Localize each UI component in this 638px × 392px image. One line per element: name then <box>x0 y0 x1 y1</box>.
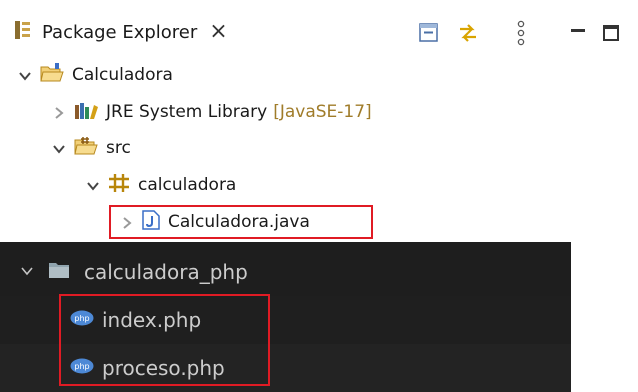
package-explorer-tab[interactable]: Package Explorer × <box>14 12 228 52</box>
tree-item-src[interactable]: src <box>52 131 131 165</box>
src-label: src <box>106 138 131 158</box>
chevron-right-icon[interactable] <box>52 105 66 119</box>
eclipse-package-explorer: Package Explorer × Calculadora JRE Syste… <box>0 0 638 242</box>
view-title: Package Explorer <box>42 21 198 43</box>
maximize-icon[interactable] <box>598 20 624 46</box>
tree-item-project[interactable]: Calculadora <box>18 58 173 92</box>
chevron-down-icon[interactable] <box>20 263 34 282</box>
package-explorer-icon <box>14 20 32 44</box>
minimize-icon[interactable] <box>565 20 591 46</box>
view-tab-bar: Package Explorer × <box>0 0 638 56</box>
collapse-all-icon[interactable] <box>416 20 442 46</box>
chevron-down-icon[interactable] <box>18 68 32 82</box>
close-icon[interactable]: × <box>209 21 227 43</box>
jre-label: JRE System Library <box>106 102 268 122</box>
tree-item-package[interactable]: calculadora <box>86 168 236 202</box>
package-icon <box>108 173 130 197</box>
project-label: Calculadora <box>72 65 173 85</box>
chevron-down-icon[interactable] <box>52 141 66 155</box>
tree-item-jre[interactable]: JRE System Library [JavaSE-17] <box>52 95 372 129</box>
view-menu-icon[interactable] <box>508 20 534 46</box>
library-icon <box>74 101 98 123</box>
project-folder-icon <box>40 63 64 87</box>
package-label: calculadora <box>138 175 237 195</box>
folder-icon <box>48 261 70 283</box>
vscode-explorer: calculadora_php php index.php php proces… <box>0 242 571 392</box>
chevron-down-icon[interactable] <box>86 178 100 192</box>
jre-version-decoration: [JavaSE-17] <box>273 102 372 122</box>
folder-label: calculadora_php <box>84 260 248 284</box>
tree-item-folder[interactable]: calculadora_php <box>0 248 571 296</box>
file-highlight-box <box>109 205 373 239</box>
link-with-editor-icon[interactable] <box>455 20 481 46</box>
files-highlight-box <box>59 294 270 386</box>
source-folder-icon <box>74 136 98 160</box>
